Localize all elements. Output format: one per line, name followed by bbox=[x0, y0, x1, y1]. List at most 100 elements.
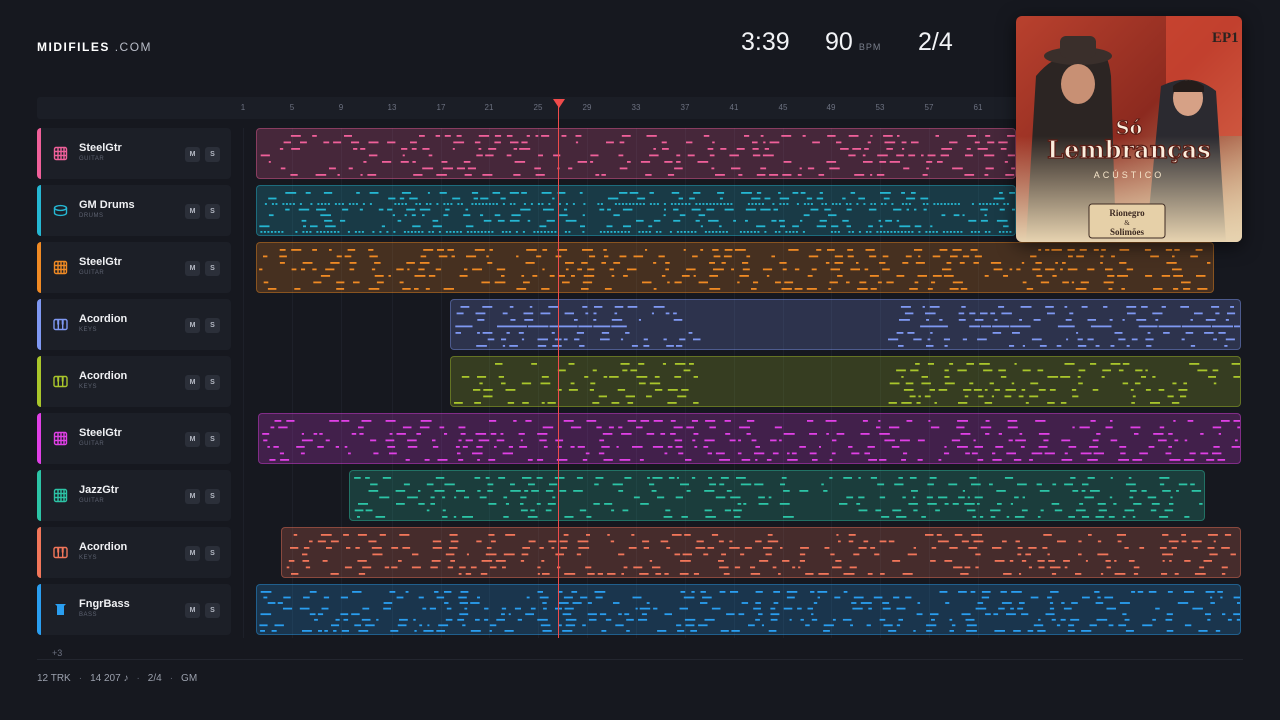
track-name: SteelGtr bbox=[79, 142, 122, 154]
track-header[interactable]: SteelGtr GUITAR M S bbox=[37, 128, 231, 179]
ruler-tick: 1 bbox=[240, 103, 246, 112]
track-color-stripe bbox=[37, 584, 41, 635]
track-header[interactable]: Acordion KEYS M S bbox=[37, 527, 231, 578]
midi-clip[interactable] bbox=[450, 356, 1241, 407]
guitar-icon bbox=[53, 146, 68, 161]
track-category: GUITAR bbox=[79, 270, 105, 276]
grid-line bbox=[243, 128, 244, 638]
album-artist-line2: & bbox=[1124, 219, 1130, 227]
track-color-stripe bbox=[37, 299, 41, 350]
solo-button[interactable]: S bbox=[205, 261, 220, 276]
track-name: SteelGtr bbox=[79, 256, 122, 268]
playhead-handle[interactable] bbox=[553, 99, 565, 108]
solo-button[interactable]: S bbox=[205, 489, 220, 504]
footer-status: 12 TRK · 14 207 ♪ · 2/4 · GM bbox=[37, 673, 198, 684]
track-name: GM Drums bbox=[79, 199, 135, 211]
midi-clip[interactable] bbox=[256, 584, 1241, 635]
drum-icon bbox=[53, 203, 68, 218]
ruler-tick: 25 bbox=[533, 103, 543, 112]
tempo-unit: BPM bbox=[858, 42, 882, 52]
guitar-icon bbox=[53, 260, 68, 275]
album-cover: EP1 Só Lembranças ACÚSTICO Rionegro & So… bbox=[1016, 16, 1242, 242]
mute-button[interactable]: M bbox=[185, 375, 200, 390]
album-title-line2: Lembranças bbox=[1047, 135, 1211, 164]
ruler-tick: 61 bbox=[973, 103, 983, 112]
guitar-icon bbox=[53, 488, 68, 503]
track-category: GUITAR bbox=[79, 498, 105, 504]
track-color-stripe bbox=[37, 242, 41, 293]
more-tracks-label[interactable]: +3 bbox=[52, 648, 62, 658]
midi-clip[interactable] bbox=[256, 128, 1016, 179]
footer-track-count: 12 TRK bbox=[37, 673, 71, 684]
midi-clip[interactable] bbox=[258, 413, 1241, 464]
mute-button[interactable]: M bbox=[185, 261, 200, 276]
piano-keys-icon bbox=[53, 545, 68, 560]
track-category: KEYS bbox=[79, 384, 98, 390]
track-header[interactable]: FngrBass BASS M S bbox=[37, 584, 231, 635]
solo-button[interactable]: S bbox=[205, 147, 220, 162]
brand-name: MIDIFILES bbox=[37, 40, 110, 54]
mute-button[interactable]: M bbox=[185, 318, 200, 333]
track-header[interactable]: SteelGtr GUITAR M S bbox=[37, 413, 231, 464]
track-category: GUITAR bbox=[79, 156, 105, 162]
midi-clip[interactable] bbox=[349, 470, 1205, 521]
note-pattern bbox=[454, 363, 1240, 404]
footer-divider bbox=[37, 659, 1243, 660]
midi-clip[interactable] bbox=[281, 527, 1241, 578]
solo-button[interactable]: S bbox=[205, 204, 220, 219]
midi-clip[interactable] bbox=[256, 185, 1016, 236]
track-category: BASS bbox=[79, 612, 98, 618]
playhead[interactable] bbox=[558, 106, 559, 638]
midi-clip[interactable] bbox=[450, 299, 1241, 350]
solo-button[interactable]: S bbox=[205, 375, 220, 390]
note-pattern bbox=[259, 591, 1240, 632]
note-pattern bbox=[260, 135, 1015, 176]
track-color-stripe bbox=[37, 413, 41, 464]
mute-button[interactable]: M bbox=[185, 204, 200, 219]
track-color-stripe bbox=[37, 527, 41, 578]
track-category: KEYS bbox=[79, 555, 98, 561]
ruler-tick: 45 bbox=[778, 103, 788, 112]
note-pattern bbox=[455, 306, 1240, 347]
track-color-stripe bbox=[37, 470, 41, 521]
footer-meter: 2/4 bbox=[147, 673, 162, 684]
track-header[interactable]: Acordion KEYS M S bbox=[37, 356, 231, 407]
mute-button[interactable]: M bbox=[185, 489, 200, 504]
ruler-tick: 37 bbox=[680, 103, 690, 112]
mute-button[interactable]: M bbox=[185, 147, 200, 162]
ruler-tick: 57 bbox=[924, 103, 934, 112]
track-header[interactable]: SteelGtr GUITAR M S bbox=[37, 242, 231, 293]
track-header[interactable]: GM Drums DRUMS M S bbox=[37, 185, 231, 236]
mute-button[interactable]: M bbox=[185, 432, 200, 447]
piano-keys-icon bbox=[53, 374, 68, 389]
track-color-stripe bbox=[37, 185, 41, 236]
solo-button[interactable]: S bbox=[205, 546, 220, 561]
ruler-tick: 33 bbox=[631, 103, 641, 112]
album-subtitle: ACÚSTICO bbox=[1094, 170, 1165, 180]
mute-button[interactable]: M bbox=[185, 546, 200, 561]
time-display: 3:39 bbox=[741, 28, 790, 56]
meter-display: 2/4 bbox=[918, 28, 953, 56]
mute-button[interactable]: M bbox=[185, 603, 200, 618]
ruler-tick: 17 bbox=[436, 103, 446, 112]
footer-note-count: 14 207 ♪ bbox=[90, 673, 129, 684]
track-header[interactable]: JazzGtr GUITAR M S bbox=[37, 470, 231, 521]
track-category: DRUMS bbox=[79, 213, 104, 219]
note-pattern bbox=[286, 534, 1236, 575]
brand-logo: MIDIFILES .COM bbox=[37, 40, 152, 54]
album-artist-line1: Rionegro bbox=[1109, 208, 1145, 218]
solo-button[interactable]: S bbox=[205, 603, 220, 618]
ruler-tick: 5 bbox=[289, 103, 295, 112]
album-badge: EP1 bbox=[1212, 30, 1239, 46]
solo-button[interactable]: S bbox=[205, 432, 220, 447]
footer-standard: GM bbox=[181, 673, 198, 684]
midi-clip[interactable] bbox=[256, 242, 1214, 293]
track-header[interactable]: Acordion KEYS M S bbox=[37, 299, 231, 350]
tempo-value: 90 bbox=[825, 28, 853, 56]
ruler-tick: 41 bbox=[729, 103, 739, 112]
note-pattern bbox=[262, 420, 1240, 461]
track-name: FngrBass bbox=[79, 598, 130, 610]
ruler-tick: 21 bbox=[484, 103, 494, 112]
solo-button[interactable]: S bbox=[205, 318, 220, 333]
track-name: SteelGtr bbox=[79, 427, 122, 439]
